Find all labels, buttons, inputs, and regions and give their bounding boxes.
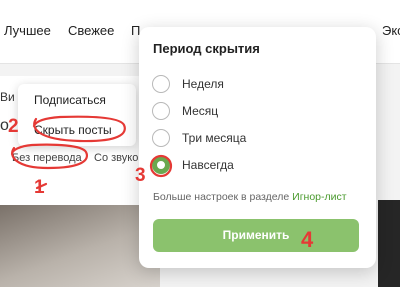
radio-button[interactable] [152,129,170,147]
radio-label: Навсегда [182,158,234,172]
filter-with-sound[interactable]: Со звуко [94,152,138,164]
hide-posts-menu-item[interactable]: Скрыть посты [34,123,112,137]
radio-button[interactable] [152,75,170,93]
more-settings-label: Больше настроек в разделе [153,191,290,203]
card-text-fragment: Ви [0,90,15,104]
post-context-menu: Подписаться Скрыть посты [18,84,136,146]
radio-label: Месяц [182,104,219,118]
card-text-fragment-2: о [0,117,9,134]
radio-option-three-months[interactable]: Три месяца [152,129,352,149]
radio-button-checked[interactable] [152,156,170,174]
ignore-list-link[interactable]: Игнор-лист [292,191,346,203]
subscribe-menu-item[interactable]: Подписаться [34,93,106,107]
radio-option-month[interactable]: Месяц [152,102,352,122]
nav-item-best[interactable]: Лучшее [4,23,51,38]
filter-no-translation[interactable]: Без перевода [12,152,82,164]
apply-button[interactable]: Применить [153,219,359,252]
more-settings-text: Больше настроек в разделе Игнор-лист [153,191,347,203]
radio-label: Неделя [182,77,224,91]
radio-label: Три месяца [182,131,247,145]
radio-option-forever[interactable]: Навсегда [152,156,352,176]
hide-period-popup: Период скрытия Неделя Месяц Три месяца Н… [139,27,376,268]
post-image [0,205,160,287]
nav-item-eco[interactable]: Эко [382,23,400,38]
popup-title: Период скрытия [153,41,260,56]
nav-item-fresh[interactable]: Свежее [68,23,114,38]
radio-option-week[interactable]: Неделя [152,75,352,95]
radio-button[interactable] [152,102,170,120]
background-dark-strip [378,200,400,287]
